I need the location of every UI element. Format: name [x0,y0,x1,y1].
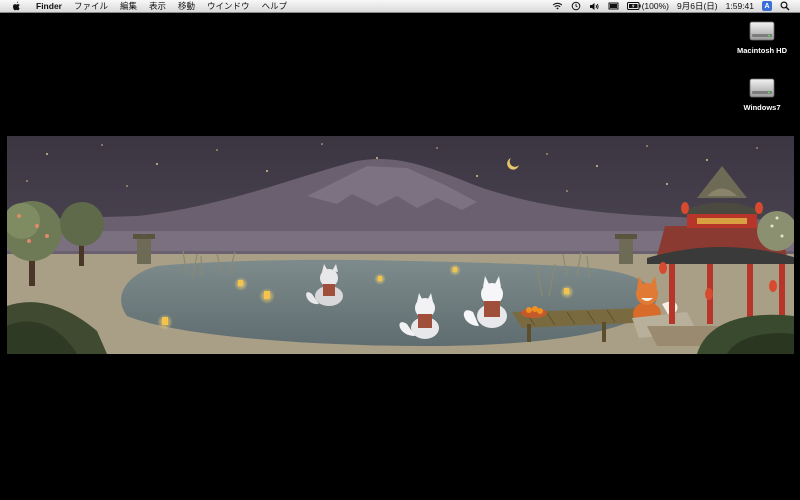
desktop-icon-label: Windows7 [743,103,781,112]
wallpaper-image [7,136,794,354]
menu-help[interactable]: ヘルプ [256,0,294,12]
battery-status[interactable]: (100%) [623,0,673,12]
date-label[interactable]: 9月6日(日) [673,0,722,12]
hard-drive-icon [749,78,775,98]
menu-edit[interactable]: 編集 [114,0,143,12]
wifi-icon[interactable] [548,0,567,12]
hard-drive-icon [749,21,775,41]
input-method-badge: A [762,1,772,11]
menu-window[interactable]: ウインドウ [201,0,256,12]
menu-finder[interactable]: Finder [30,0,68,12]
menu-bar: Finder ファイル 編集 表示 移動 ウインドウ ヘルプ (100%) 9月… [0,0,800,13]
battery-icon [626,2,641,10]
clock-label[interactable]: 1:59:41 [722,0,758,12]
apple-menu-icon[interactable] [10,0,22,12]
time-machine-icon[interactable] [567,0,585,12]
battery-percent: (100%) [641,1,669,11]
spotlight-icon[interactable] [776,0,794,12]
desktop-icon-macintosh-hd[interactable]: Macintosh HD [722,20,800,55]
display-icon[interactable] [604,0,623,12]
input-method-indicator[interactable]: A [758,0,776,12]
desktop-icon-label: Macintosh HD [736,46,787,55]
menu-file[interactable]: ファイル [68,0,114,12]
desktop-icon-windows7[interactable]: Windows7 [722,77,800,112]
menu-go[interactable]: 移動 [172,0,201,12]
menu-view[interactable]: 表示 [143,0,172,12]
volume-icon[interactable] [585,0,604,12]
